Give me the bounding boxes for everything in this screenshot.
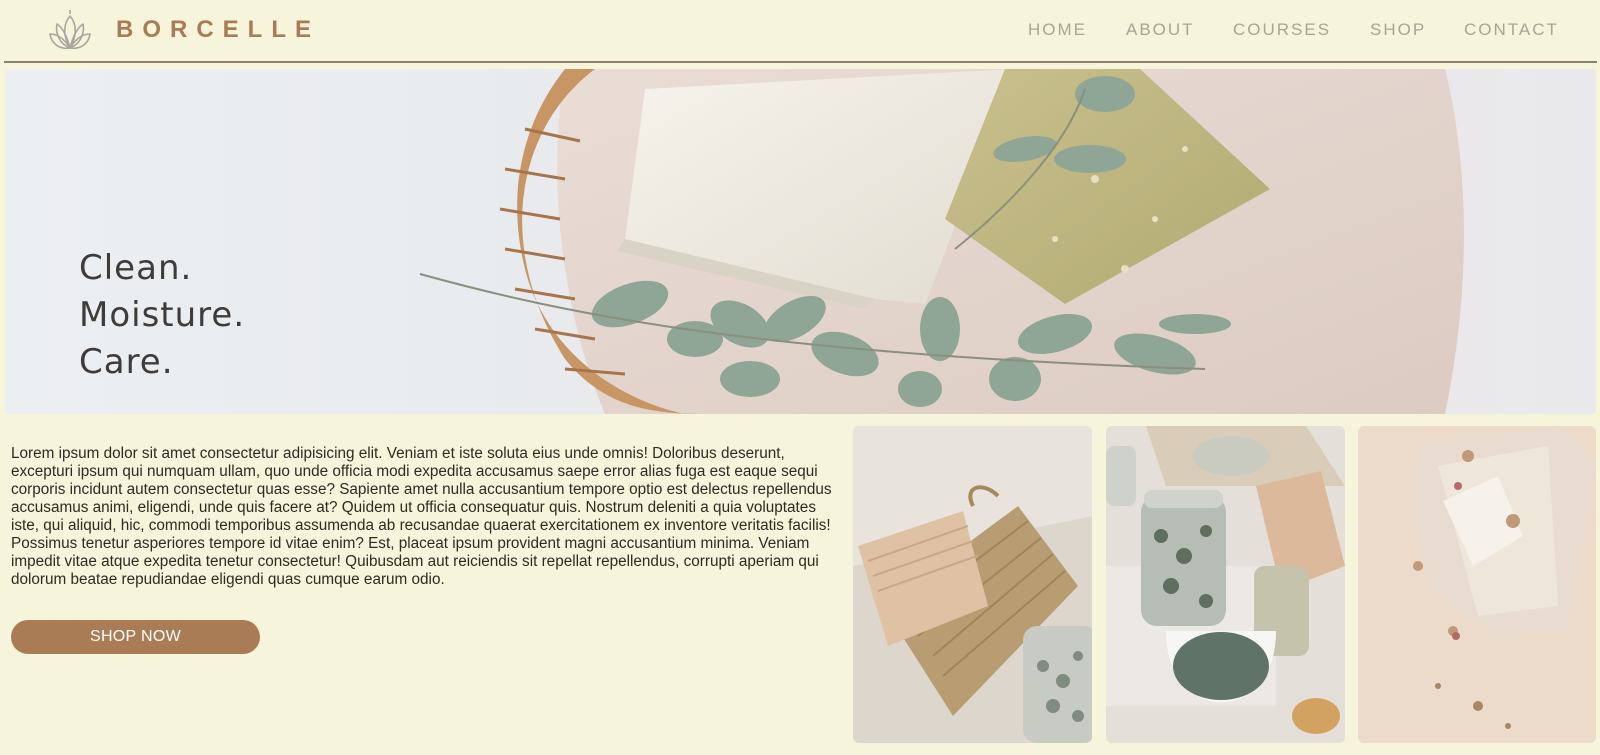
nav-home[interactable]: HOME bbox=[1028, 20, 1087, 40]
intro-paragraph: Lorem ipsum dolor sit amet consectetur a… bbox=[11, 445, 832, 588]
nav-shop[interactable]: SHOP bbox=[1370, 20, 1426, 40]
hero-tagline: Clean. Moisture. Care. bbox=[79, 245, 245, 386]
nav-courses[interactable]: COURSES bbox=[1233, 20, 1331, 40]
header-divider bbox=[4, 61, 1597, 63]
lotus-icon bbox=[49, 10, 91, 50]
hero-banner: Clean. Moisture. Care. bbox=[5, 69, 1596, 414]
tagline-line: Care. bbox=[79, 342, 174, 382]
shop-now-button[interactable]: SHOP NOW bbox=[11, 620, 260, 654]
tagline-line: Moisture. bbox=[79, 295, 246, 335]
nav-contact[interactable]: CONTACT bbox=[1464, 20, 1559, 40]
brand-name[interactable]: BORCELLE bbox=[116, 16, 320, 44]
tagline-line: Clean. bbox=[79, 248, 193, 288]
gallery-image-clay-jars bbox=[1106, 426, 1345, 743]
nav-about[interactable]: ABOUT bbox=[1126, 20, 1195, 40]
gallery-image-soap-pad bbox=[853, 426, 1092, 743]
gallery-image-wrapped-soap bbox=[1358, 426, 1596, 743]
site-header: BORCELLE HOME ABOUT COURSES SHOP CONTACT bbox=[0, 0, 1600, 62]
